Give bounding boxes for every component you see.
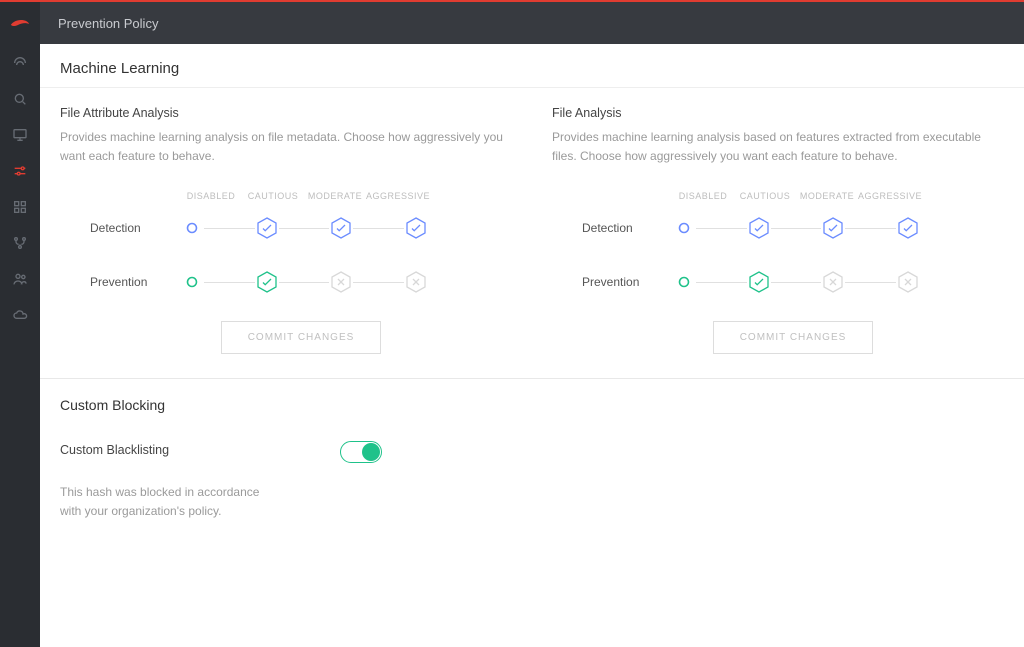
slider-node[interactable] [329,270,353,294]
nav-search-icon[interactable] [11,90,29,108]
ml-section-title: Machine Learning [40,44,1024,87]
page-title: Prevention Policy [58,16,158,31]
feature-desc: Provides machine learning analysis on fi… [60,128,512,165]
level-disabled: DISABLED [180,191,242,201]
nav-wifi-icon[interactable] [11,54,29,72]
feature-name: File Analysis [552,106,1004,120]
toggle-knob [362,443,380,461]
main-content: Machine Learning File Attribute Analysis… [40,44,1024,647]
custom-blacklisting-toggle[interactable] [340,441,382,463]
level-headers: DISABLED CAUTIOUS MODERATE AGGRESSIVE [582,191,1004,201]
detection-slider[interactable] [180,213,428,243]
sidebar [0,2,40,647]
prevention-slider-row: Prevention [582,267,1004,297]
detection-slider-row: Detection [90,213,512,243]
level-cautious: CAUTIOUS [734,191,796,201]
nav-grid-icon[interactable] [11,198,29,216]
detection-slider-row: Detection [582,213,1004,243]
slider-node[interactable] [747,216,771,240]
slider-node[interactable] [896,216,920,240]
cb-section-title: Custom Blocking [60,397,1004,413]
slider-node[interactable] [821,216,845,240]
level-aggressive: AGGRESSIVE [858,191,920,201]
slider-node[interactable] [896,270,920,294]
commit-changes-button[interactable]: COMMIT CHANGES [221,321,382,354]
level-aggressive: AGGRESSIVE [366,191,428,201]
slider-node[interactable] [821,270,845,294]
custom-blocking-section: Custom Blocking Custom Blacklisting This… [40,379,1024,580]
slider-node[interactable] [329,216,353,240]
accent-bar [0,0,1024,2]
file-attribute-panel: File Attribute Analysis Provides machine… [40,88,532,378]
prevention-label: Prevention [582,275,672,289]
slider-node[interactable] [404,270,428,294]
slider-node[interactable] [404,216,428,240]
slider-node[interactable] [255,270,279,294]
nav-users-icon[interactable] [11,270,29,288]
level-moderate: MODERATE [304,191,366,201]
prevention-slider-row: Prevention [90,267,512,297]
level-moderate: MODERATE [796,191,858,201]
nav-cloud-icon[interactable] [11,306,29,324]
feature-name: File Attribute Analysis [60,106,512,120]
level-headers: DISABLED CAUTIOUS MODERATE AGGRESSIVE [90,191,512,201]
level-disabled: DISABLED [672,191,734,201]
detection-slider[interactable] [672,213,920,243]
brand-logo-icon [9,12,31,34]
detection-label: Detection [90,221,180,235]
detection-label: Detection [582,221,672,235]
slider-node[interactable] [180,270,204,294]
file-analysis-panel: File Analysis Provides machine learning … [532,88,1024,378]
prevention-label: Prevention [90,275,180,289]
machine-learning-section: Machine Learning File Attribute Analysis… [40,44,1024,379]
commit-changes-button[interactable]: COMMIT CHANGES [713,321,874,354]
slider-node[interactable] [180,216,204,240]
feature-desc: Provides machine learning analysis based… [552,128,1004,165]
level-cautious: CAUTIOUS [242,191,304,201]
prevention-slider[interactable] [180,267,428,297]
custom-blacklisting-desc: This hash was blocked in accordance with… [60,483,260,520]
custom-blacklisting-label: Custom Blacklisting [60,443,260,457]
prevention-slider[interactable] [672,267,920,297]
slider-node[interactable] [255,216,279,240]
slider-node[interactable] [747,270,771,294]
page-header: Prevention Policy [40,2,1024,44]
slider-node[interactable] [672,270,696,294]
nav-sliders-icon[interactable] [11,162,29,180]
slider-node[interactable] [672,216,696,240]
nav-monitor-icon[interactable] [11,126,29,144]
nav-branch-icon[interactable] [11,234,29,252]
